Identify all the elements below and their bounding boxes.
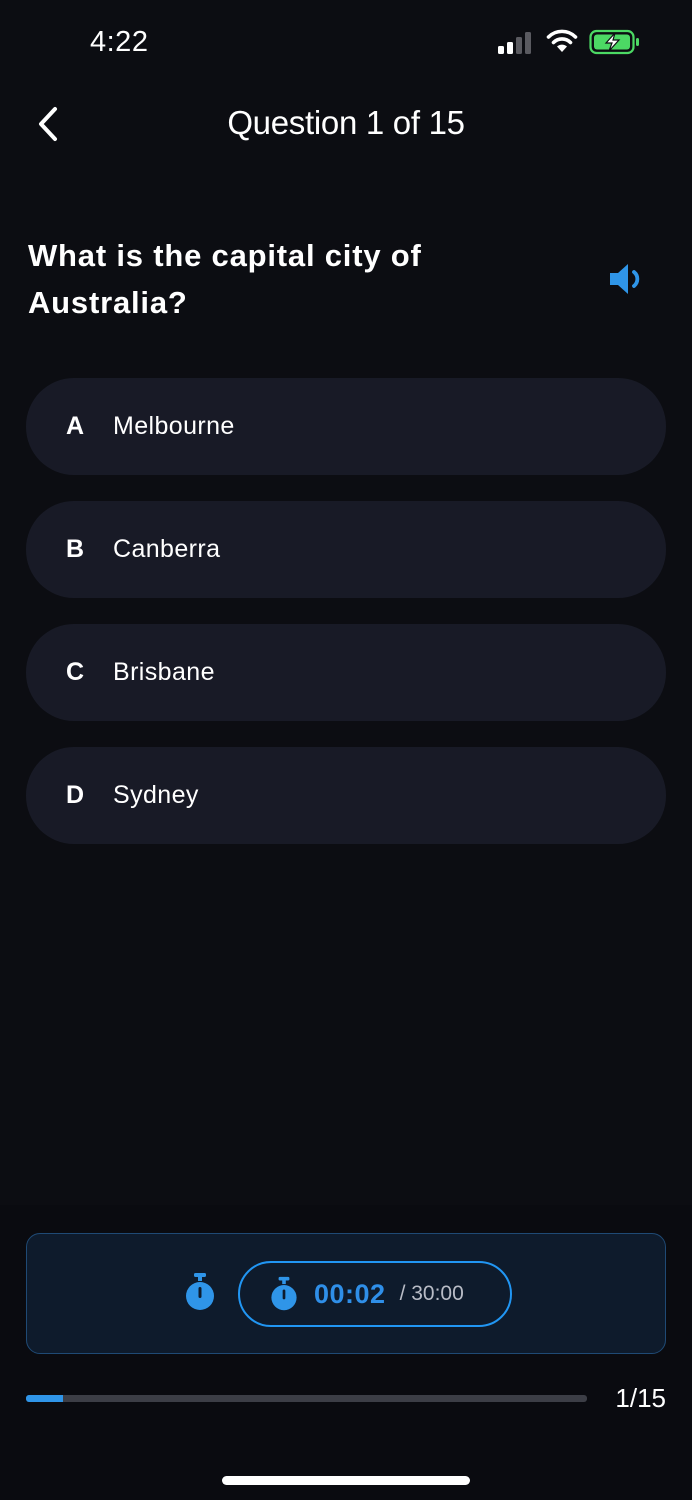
option-b[interactable]: B Canberra <box>26 501 666 598</box>
timer-panel: 00:02 / 30:00 <box>26 1233 666 1354</box>
option-text: Canberra <box>113 535 221 563</box>
option-letter: C <box>66 658 85 686</box>
status-bar: 4:22 <box>0 0 692 86</box>
progress-label: 1/15 <box>615 1383 666 1413</box>
timer-display: 00:02 / 30:00 <box>238 1261 512 1327</box>
option-letter: A <box>66 412 85 440</box>
read-aloud-button[interactable] <box>606 258 648 300</box>
option-text: Brisbane <box>113 658 215 686</box>
option-text: Melbourne <box>113 412 235 440</box>
signal-icon <box>498 32 531 54</box>
speaker-icon <box>610 264 640 294</box>
status-time: 4:22 <box>90 26 149 58</box>
timer-total: / 30:00 <box>399 1282 464 1305</box>
option-d[interactable]: D Sydney <box>26 747 666 844</box>
battery-charging-icon <box>589 29 639 55</box>
nav-bar: Question 1 of 15 <box>0 96 692 152</box>
page-title: Question 1 of 15 <box>227 104 465 141</box>
question-text: What is the capital city of Australia? <box>28 238 422 320</box>
option-letter: B <box>66 535 85 563</box>
option-letter: D <box>66 781 85 809</box>
wifi-icon <box>546 29 578 52</box>
option-text: Sydney <box>113 781 199 809</box>
stopwatch-icon <box>271 1276 297 1311</box>
stopwatch-icon <box>186 1273 214 1310</box>
timer-elapsed: 00:02 <box>314 1278 386 1309</box>
option-c[interactable]: C Brisbane <box>26 624 666 721</box>
answer-options: A Melbourne B Canberra C Brisbane D Sydn… <box>26 378 666 870</box>
home-indicator[interactable] <box>222 1476 470 1485</box>
option-a[interactable]: A Melbourne <box>26 378 666 475</box>
progress-fill <box>26 1395 64 1402</box>
progress-bar <box>26 1395 587 1402</box>
